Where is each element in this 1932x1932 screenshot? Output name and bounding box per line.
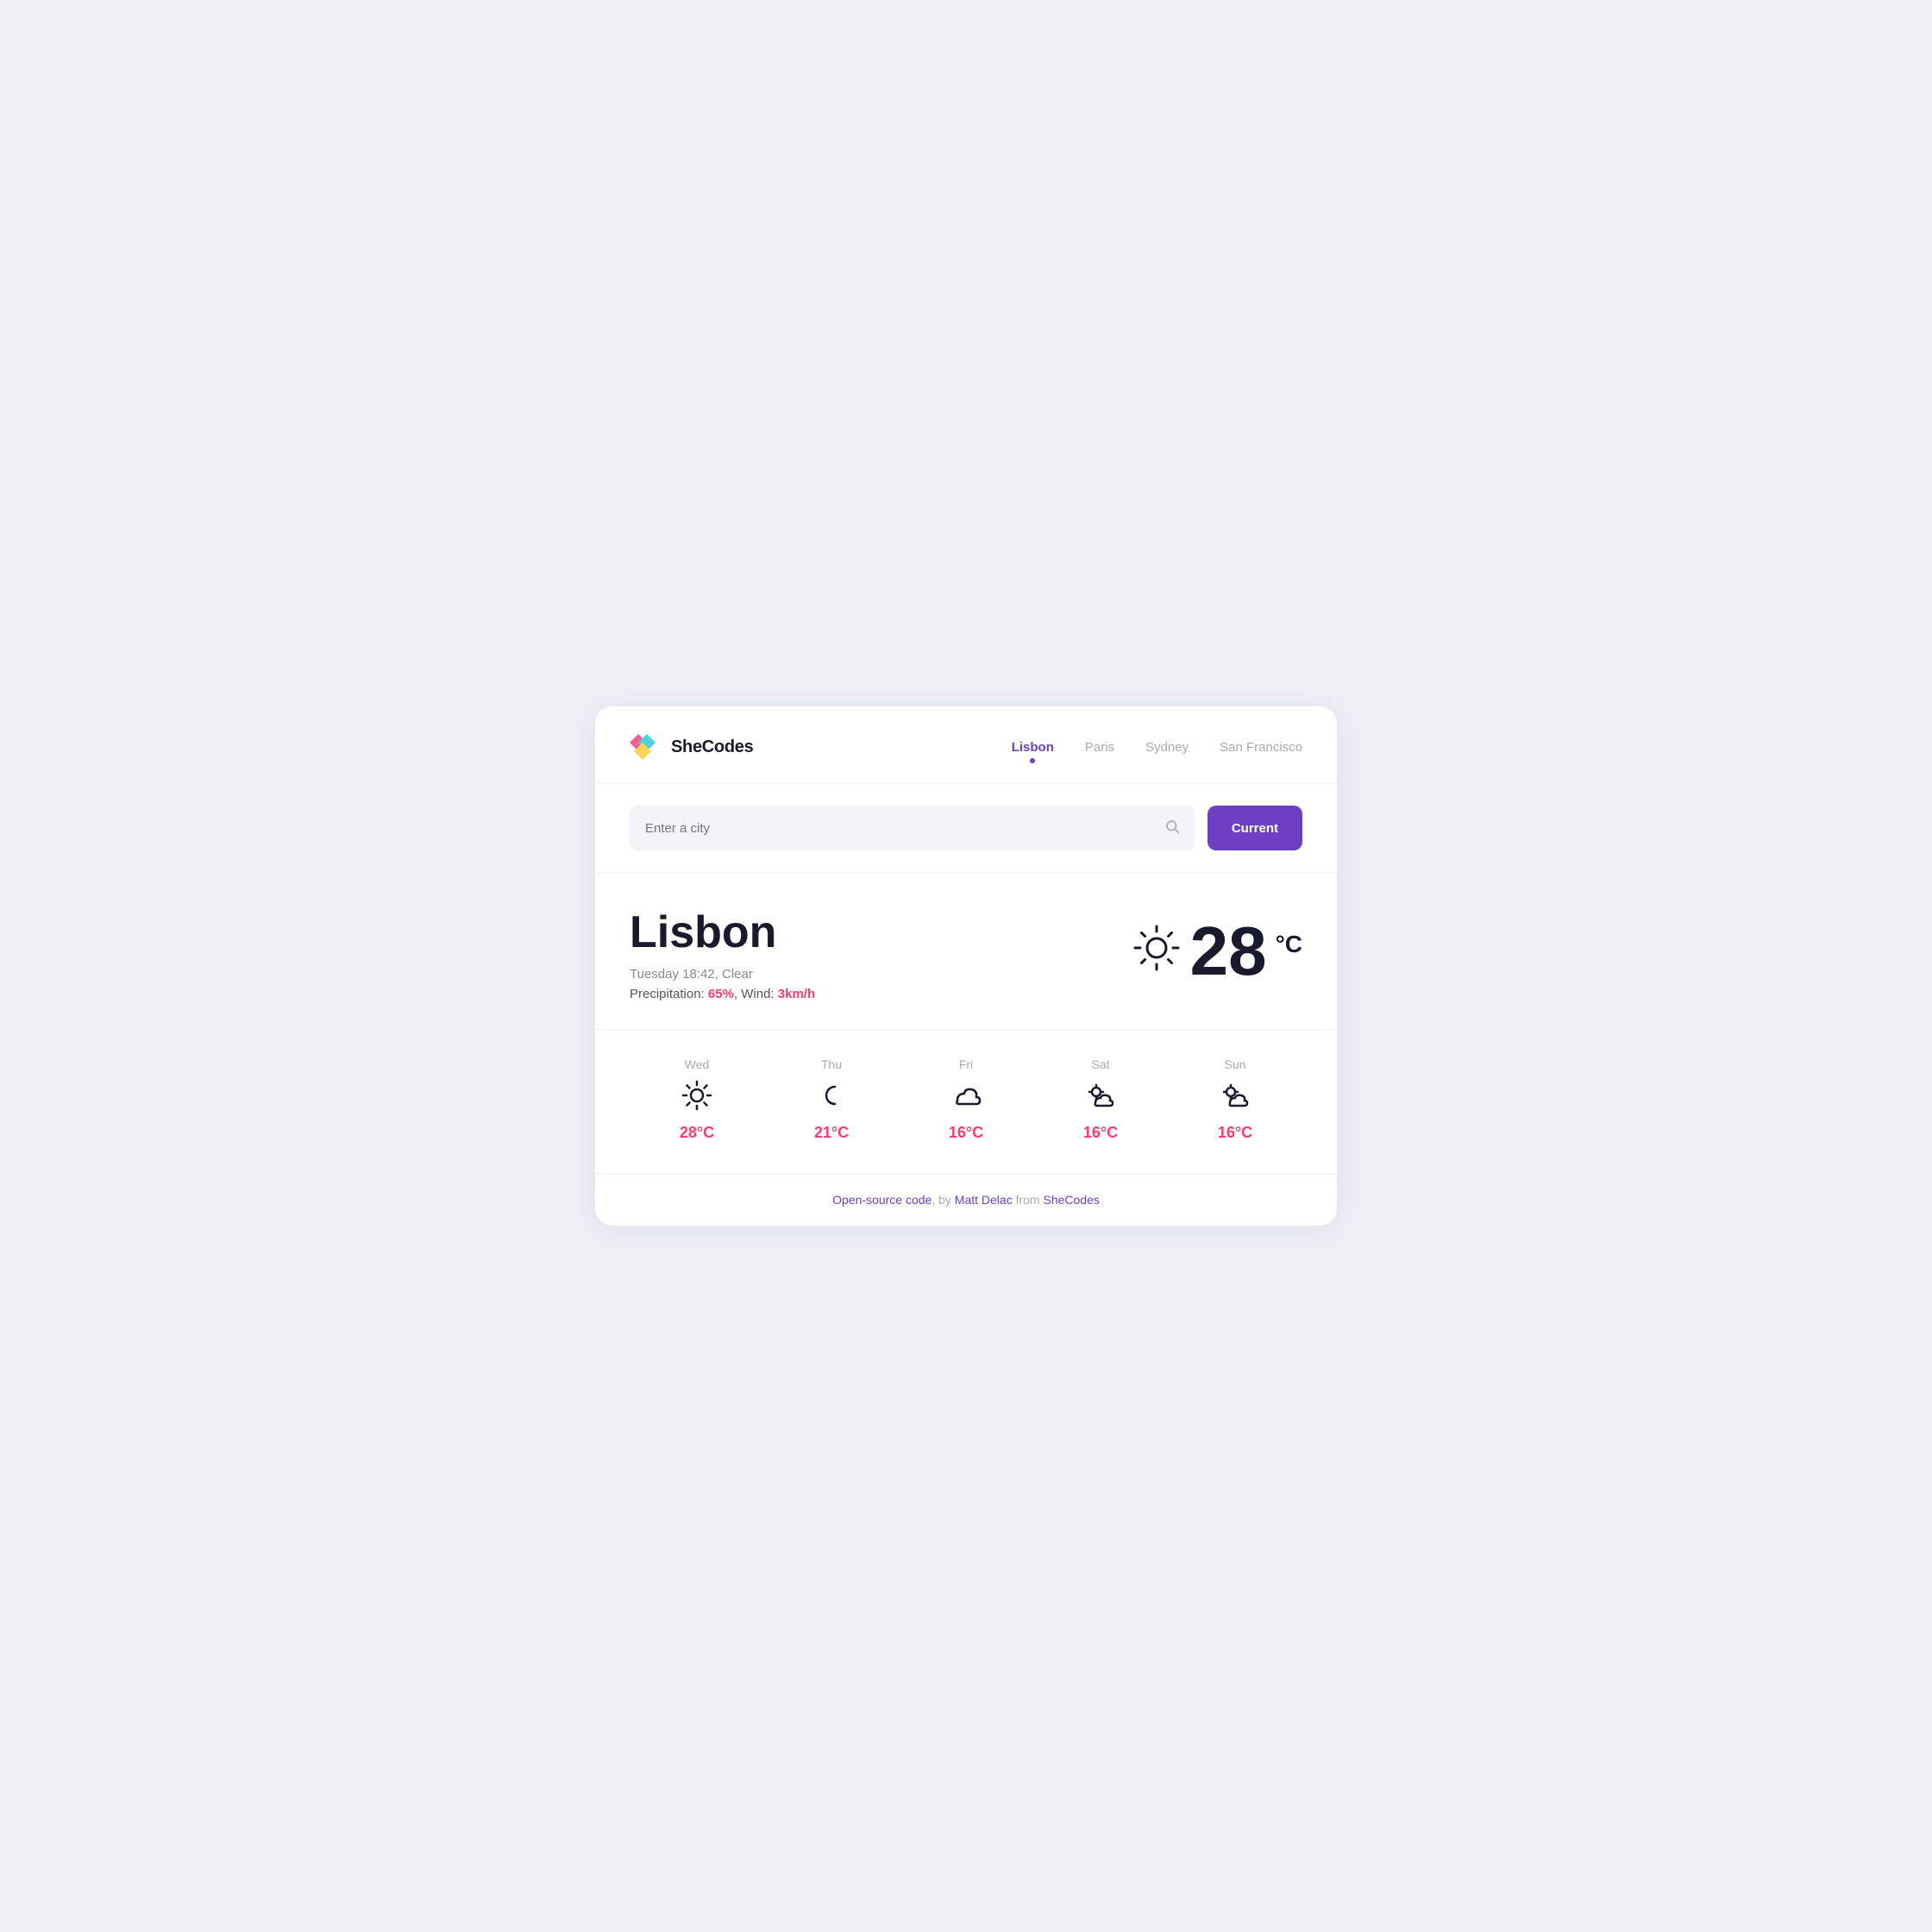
search-section: Current — [595, 783, 1337, 874]
forecast-temp-sun: 16°C — [1218, 1124, 1252, 1142]
forecast-day-sat: Sat 16°C — [1083, 1057, 1118, 1142]
forecast-day-name-sun: Sun — [1225, 1057, 1246, 1071]
forecast-day-name-sat: Sat — [1091, 1057, 1109, 1071]
author-link[interactable]: Matt Delac — [955, 1193, 1013, 1207]
nav: Lisbon Paris Sydney San Francisco — [1012, 740, 1302, 755]
forecast-day-fri: Fri 16°C — [949, 1057, 983, 1142]
temperature-unit: °C — [1276, 931, 1302, 958]
logo-area: SheCodes — [630, 731, 753, 763]
nav-item-paris[interactable]: Paris — [1085, 740, 1114, 755]
weather-date: Tuesday 18:42, Clear — [630, 967, 815, 982]
nav-item-san-francisco[interactable]: San Francisco — [1220, 740, 1302, 755]
weather-left: Lisbon Tuesday 18:42, Clear Precipitatio… — [630, 908, 815, 1000]
forecast-temp-wed: 28°C — [680, 1124, 714, 1142]
forecast-day-name-fri: Fri — [959, 1057, 973, 1071]
logo-icon — [630, 731, 662, 763]
forecast-day-wed: Wed 28°C — [680, 1057, 714, 1142]
forecast-day-sun: Sun 16°C — [1218, 1057, 1252, 1142]
footer-text-after: from — [1013, 1193, 1044, 1207]
forecast-temp-sat: 16°C — [1083, 1124, 1118, 1142]
brand-footer-link[interactable]: SheCodes — [1043, 1193, 1099, 1207]
nav-item-sydney[interactable]: Sydney — [1145, 740, 1189, 755]
forecast-section: Wed 28°C Thu — [595, 1030, 1337, 1174]
search-icon — [1164, 819, 1180, 838]
footer: Open-source code, by Matt Delac from She… — [595, 1174, 1337, 1226]
forecast-icon-sun — [1220, 1080, 1251, 1115]
weather-details: Precipitation: 65%, Wind: 3km/h — [630, 987, 815, 1001]
forecast-icon-thu — [816, 1080, 847, 1115]
search-input[interactable] — [645, 821, 1157, 836]
header: SheCodes Lisbon Paris Sydney San Francis… — [595, 706, 1337, 783]
open-source-link[interactable]: Open-source code — [832, 1193, 932, 1207]
forecast-day-name-thu: Thu — [821, 1057, 842, 1071]
forecast-icon-wed — [681, 1080, 712, 1115]
weather-main: Lisbon Tuesday 18:42, Clear Precipitatio… — [595, 874, 1337, 1029]
forecast-icon-sat — [1085, 1080, 1116, 1115]
footer-text-middle: , by — [932, 1193, 954, 1207]
wind-value: 3km/h — [778, 987, 815, 1001]
forecast-temp-thu: 21°C — [814, 1124, 849, 1142]
search-input-wrap — [630, 806, 1195, 850]
weather-right: 28 °C — [1132, 917, 1302, 986]
precipitation-value: 65% — [708, 987, 734, 1001]
current-weather-icon — [1132, 923, 1182, 981]
forecast-temp-fri: 16°C — [949, 1124, 983, 1142]
forecast-icon-fri — [950, 1080, 982, 1115]
brand-name: SheCodes — [671, 737, 753, 757]
current-temperature: 28 — [1190, 917, 1267, 986]
current-button[interactable]: Current — [1208, 806, 1302, 850]
weather-card: SheCodes Lisbon Paris Sydney San Francis… — [595, 706, 1337, 1225]
forecast-day-name-wed: Wed — [685, 1057, 710, 1071]
nav-item-lisbon[interactable]: Lisbon — [1012, 740, 1054, 755]
forecast-day-thu: Thu 21°C — [814, 1057, 849, 1142]
city-name: Lisbon — [630, 908, 815, 957]
